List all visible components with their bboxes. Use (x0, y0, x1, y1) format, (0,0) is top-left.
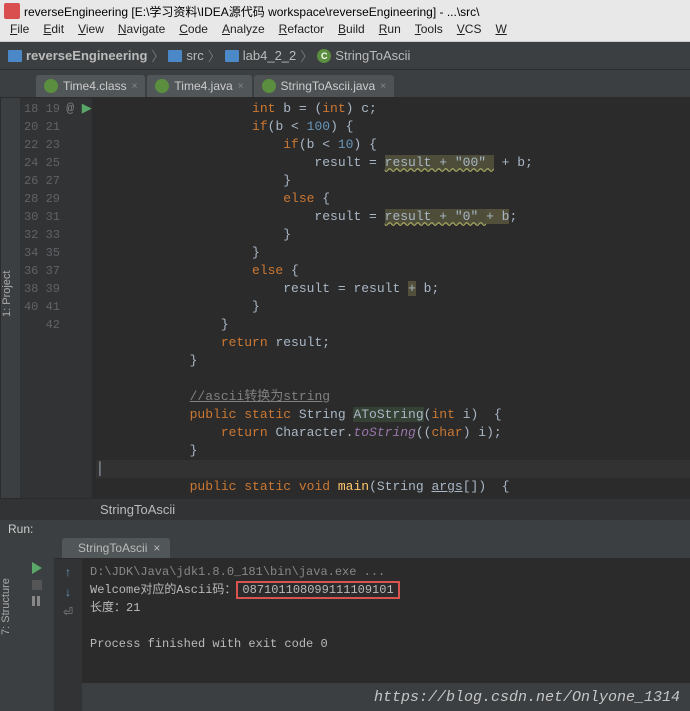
close-icon[interactable]: × (153, 541, 160, 555)
run-controls (20, 538, 54, 683)
chevron-right-icon: 〉 (300, 46, 313, 65)
breadcrumb-file: StringToAscii (335, 48, 410, 63)
editor: 1: Project 18 19 20 21 22 23 24 25 26 27… (0, 98, 690, 498)
console-output[interactable]: D:\JDK\Java\jdk1.8.0_181\bin\java.exe ..… (82, 559, 690, 711)
chevron-right-icon: 〉 (151, 46, 164, 65)
menu-navigate[interactable]: Navigate (118, 22, 165, 41)
project-icon (8, 50, 22, 62)
window-titlebar: reverseEngineering [E:\学习资料\IDEA源代码 work… (0, 0, 690, 22)
breadcrumb-folder: lab4_2_2 (243, 48, 297, 63)
down-icon[interactable]: ↓ (65, 585, 71, 599)
editor-tab[interactable]: Time4.java × (147, 75, 251, 97)
gutter-annotations: @ ▶ (66, 98, 92, 498)
code-area[interactable]: int b = (int) c; if(b < 100) { if(b < 10… (92, 98, 690, 498)
breadcrumb[interactable]: reverseEngineering 〉 src 〉 lab4_2_2 〉 C … (8, 46, 410, 65)
close-icon[interactable]: × (380, 81, 386, 92)
menu-run[interactable]: Run (379, 22, 401, 41)
editor-breadcrumb[interactable]: StringToAscii (0, 498, 690, 520)
close-icon[interactable]: × (132, 81, 138, 92)
menu-view[interactable]: View (78, 22, 104, 41)
project-tool-tab[interactable]: 1: Project (0, 98, 20, 498)
menu-vcs[interactable]: VCS (457, 22, 482, 41)
menu-refactor[interactable]: Refactor (279, 22, 324, 41)
run-tab[interactable]: StringToAscii × (62, 538, 170, 558)
breadcrumb-folder: src (186, 48, 203, 63)
tab-label: Time4.java (174, 79, 232, 93)
java-icon (155, 79, 169, 93)
class-icon: C (317, 49, 331, 63)
stop-button[interactable] (32, 580, 42, 590)
folder-icon (168, 50, 182, 62)
run-header: Run: (0, 520, 690, 538)
console-toolbar: ↑ ↓ ⏎ (54, 559, 82, 711)
app-icon (4, 3, 20, 19)
menu-w[interactable]: W (495, 22, 506, 41)
window-title: reverseEngineering [E:\学习资料\IDEA源代码 work… (24, 3, 480, 20)
up-icon[interactable]: ↑ (65, 565, 71, 579)
folder-icon (225, 50, 239, 62)
menu-build[interactable]: Build (338, 22, 365, 41)
line-gutter: 18 19 20 21 22 23 24 25 26 27 28 29 30 3… (20, 98, 66, 498)
structure-tool-tab[interactable]: 7: Structure (0, 538, 20, 683)
tab-label: Time4.class (63, 79, 127, 93)
menu-edit[interactable]: Edit (43, 22, 64, 41)
editor-tab[interactable]: StringToAscii.java × (254, 75, 395, 97)
menu-code[interactable]: Code (179, 22, 208, 41)
run-tabs: StringToAscii × (54, 538, 690, 559)
tab-label: StringToAscii.java (281, 79, 376, 93)
rerun-button[interactable] (32, 562, 42, 574)
editor-tabs: Time4.class×Time4.java×StringToAscii.jav… (0, 70, 690, 98)
run-tab-label: StringToAscii (78, 541, 147, 555)
close-icon[interactable]: × (238, 81, 244, 92)
menu-bar: File Edit View Navigate Code Analyze Refactor B… (0, 22, 690, 42)
wrap-icon[interactable]: ⏎ (63, 605, 73, 619)
breadcrumb-bar: reverseEngineering 〉 src 〉 lab4_2_2 〉 C … (0, 42, 690, 70)
java-icon (44, 79, 58, 93)
java-icon (262, 79, 276, 93)
watermark: https://blog.csdn.net/Onlyone_1314 (374, 689, 680, 707)
editor-tab[interactable]: Time4.class × (36, 75, 145, 97)
chevron-right-icon: 〉 (208, 46, 221, 65)
breadcrumb-project: reverseEngineering (26, 48, 147, 63)
run-panel: 7: Structure StringToAscii × ↑ ↓ ⏎ D:\JD… (0, 538, 690, 683)
pause-button[interactable] (32, 596, 42, 606)
menu-file[interactable]: File (10, 22, 29, 41)
menu-analyze[interactable]: Analyze (222, 22, 265, 41)
menu-tools[interactable]: Tools (415, 22, 443, 41)
